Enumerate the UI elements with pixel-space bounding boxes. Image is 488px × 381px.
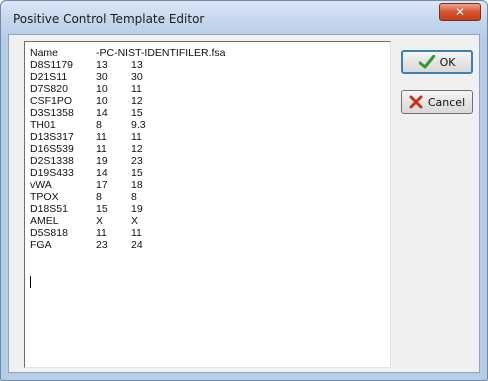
allele-value-2: 15 xyxy=(131,107,143,119)
allele-value-1: 10 xyxy=(96,95,108,107)
allele-value-1: 14 xyxy=(96,167,108,179)
dialog-window: Positive Control Template Editor ✕ Name -… xyxy=(0,0,488,381)
allele-value-2: 24 xyxy=(131,239,143,251)
allele-value-1: 11 xyxy=(96,143,107,155)
ok-button-label: OK xyxy=(439,55,456,69)
allele-value-2: 12 xyxy=(131,95,143,107)
allele-value-1: 11 xyxy=(96,227,107,239)
allele-value-1: 19 xyxy=(96,155,108,167)
allele-value-2: 11 xyxy=(131,83,142,95)
cancel-button-label: Cancel xyxy=(427,95,466,109)
allele-value-2: 11 xyxy=(131,227,142,239)
marker-name: TH01 xyxy=(30,119,56,131)
allele-value-2: 13 xyxy=(131,59,143,71)
dialog-client-area: Name -PC-NIST-IDENTIFILER.fsa D8S1179 13 13 D… xyxy=(8,34,480,373)
marker-name: D18S51 xyxy=(30,203,68,215)
allele-value-2: 11 xyxy=(131,131,142,143)
allele-value-2: 8 xyxy=(131,191,137,203)
allele-value-2: 12 xyxy=(131,143,143,155)
marker-name: D13S317 xyxy=(30,131,74,143)
marker-name: AMEL xyxy=(30,215,59,227)
marker-name: D3S1358 xyxy=(30,107,74,119)
allele-value-2: 9.3 xyxy=(131,119,146,131)
close-button[interactable]: ✕ xyxy=(439,3,481,21)
x-mark-icon xyxy=(409,95,423,109)
allele-value-1: 11 xyxy=(96,131,107,143)
marker-name: Name xyxy=(30,47,59,59)
allele-value-1: 13 xyxy=(96,59,108,71)
allele-value-1: 23 xyxy=(96,239,108,251)
marker-name: D7S820 xyxy=(30,83,68,95)
allele-value-1: 8 xyxy=(96,191,102,203)
marker-name: FGA xyxy=(30,239,52,251)
allele-value-1: 30 xyxy=(96,71,108,83)
ok-button[interactable]: OK xyxy=(401,50,473,74)
cancel-button[interactable]: Cancel xyxy=(401,90,473,114)
allele-value-2: 15 xyxy=(131,167,143,179)
marker-name: TPOX xyxy=(30,191,59,203)
marker-name: D16S539 xyxy=(30,143,74,155)
allele-value-2: 30 xyxy=(131,71,143,83)
marker-name: D21S11 xyxy=(30,71,68,83)
allele-value-2: 19 xyxy=(131,203,143,215)
allele-value-2: 18 xyxy=(131,179,143,191)
allele-value-1: 17 xyxy=(96,179,108,191)
marker-name: D19S433 xyxy=(30,167,74,179)
title-bar[interactable]: Positive Control Template Editor ✕ xyxy=(1,1,487,35)
template-text-editor[interactable]: Name -PC-NIST-IDENTIFILER.fsa D8S1179 13 13 D… xyxy=(24,41,391,368)
text-caret xyxy=(30,276,31,288)
marker-name: D2S1338 xyxy=(30,155,74,167)
allele-value-1: -PC-NIST-IDENTIFILER.fsa xyxy=(96,47,226,59)
marker-name: D8S1179 xyxy=(30,59,74,71)
allele-value-2: X xyxy=(131,215,139,227)
marker-name: D5S818 xyxy=(30,227,68,239)
close-icon: ✕ xyxy=(454,5,466,19)
marker-name: vWA xyxy=(30,179,52,191)
allele-value-1: 14 xyxy=(96,107,108,119)
checkmark-icon xyxy=(418,55,435,69)
marker-name: CSF1PO xyxy=(30,95,73,107)
allele-value-1: X xyxy=(96,215,104,227)
allele-value-1: 10 xyxy=(96,83,108,95)
allele-value-2: 23 xyxy=(131,155,143,167)
allele-value-1: 8 xyxy=(96,119,102,131)
window-title: Positive Control Template Editor xyxy=(13,12,205,26)
allele-value-1: 15 xyxy=(96,203,108,215)
